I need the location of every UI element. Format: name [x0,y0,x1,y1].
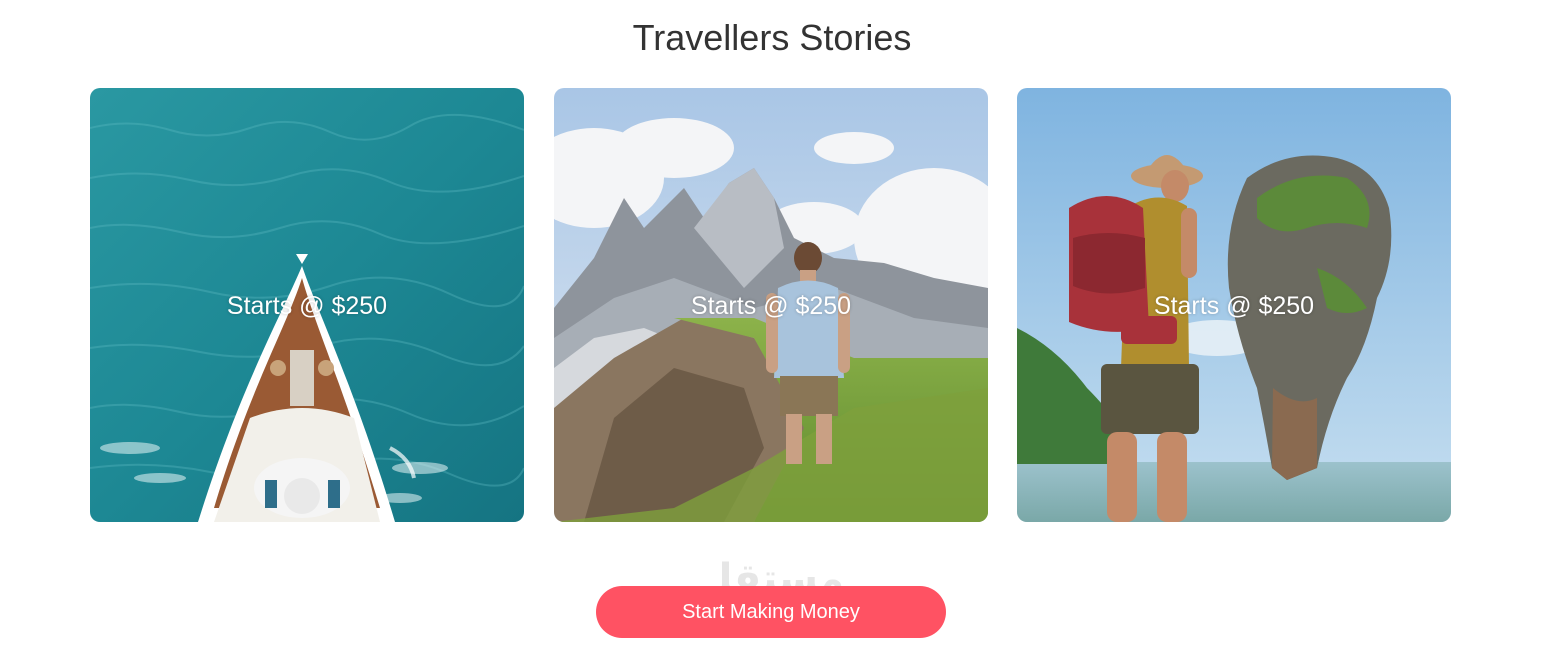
story-cards: Starts @ $250 Starts @ $250 Starts @ $25… [90,88,1451,522]
price-label: Starts @ $250 [226,292,388,320]
section-title: Travellers Stories [632,17,912,58]
story-card-island[interactable]: Starts @ $250 [1017,88,1451,522]
start-making-money-button[interactable]: Start Making Money [596,586,946,638]
story-card-mountains[interactable]: Starts @ $250 [554,88,988,522]
price-label: Starts @ $250 [1153,292,1315,320]
price-label: Starts @ $250 [690,292,852,320]
story-card-boat[interactable]: Starts @ $250 [90,88,524,522]
